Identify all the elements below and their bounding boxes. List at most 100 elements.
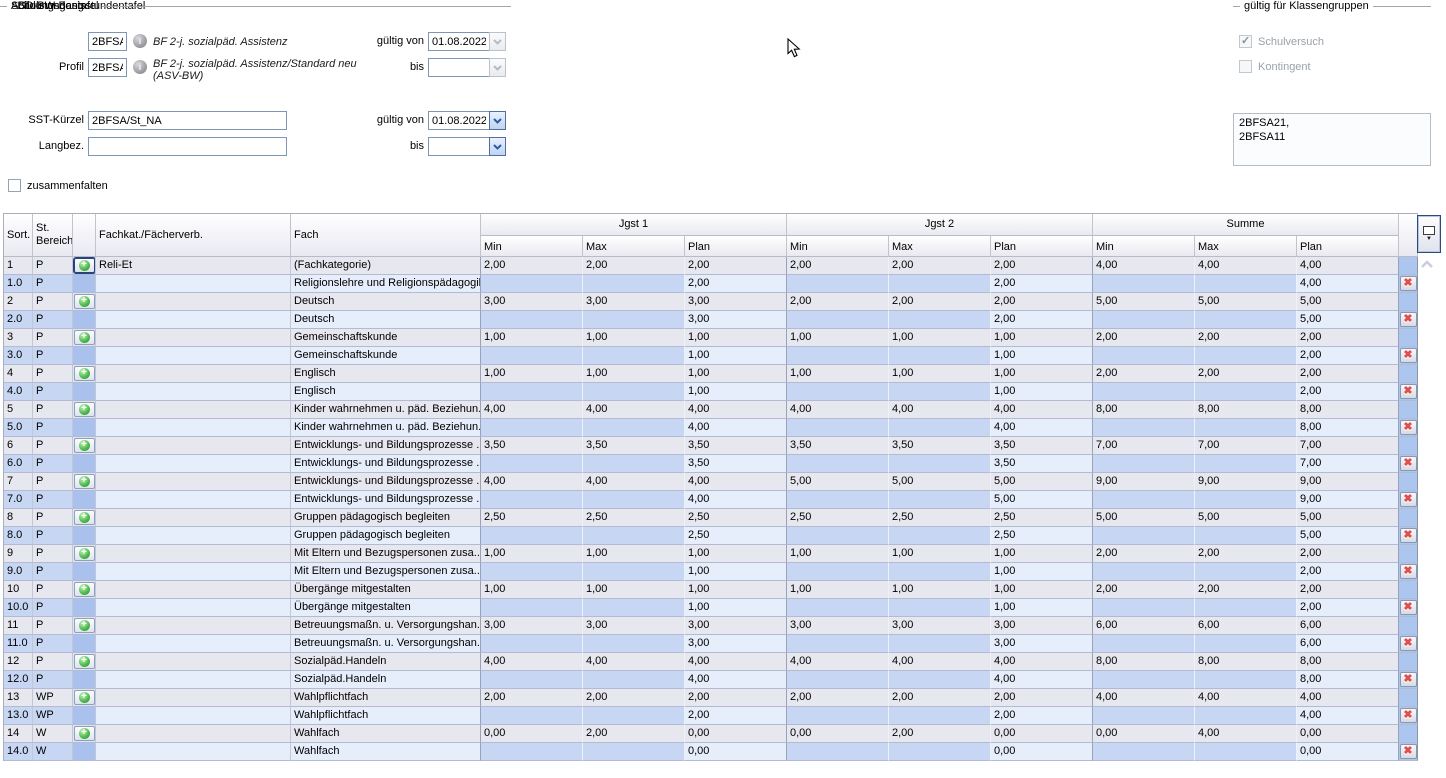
cell-delete[interactable]: ✖ <box>1399 743 1418 761</box>
cell-plan-jgst1[interactable]: 3,00 <box>685 635 787 653</box>
cell-max-summe[interactable]: 7,00 <box>1195 437 1297 455</box>
cell-delete[interactable]: ✖ <box>1399 383 1418 401</box>
cell-add[interactable]: + <box>73 437 96 455</box>
cell-min-jgst1[interactable]: 3,50 <box>481 437 583 455</box>
sst-gueltig-von-field[interactable] <box>428 111 490 130</box>
cell-plan-jgst2[interactable]: 4,00 <box>991 419 1093 437</box>
cell-plan-jgst2[interactable]: 3,00 <box>991 635 1093 653</box>
cell-fach[interactable]: Sozialpäd.Handeln <box>291 653 481 671</box>
cell-delete[interactable]: ✖ <box>1399 311 1418 329</box>
cell-max-jgst1[interactable]: 4,00 <box>583 401 685 419</box>
cell-add[interactable]: + <box>73 725 96 743</box>
cell-min-jgst2[interactable]: 4,00 <box>787 401 889 419</box>
cell-fachkat[interactable] <box>96 365 291 383</box>
cell-fach[interactable]: (Fachkategorie) <box>291 257 481 275</box>
cell-min-summe[interactable]: 2,00 <box>1093 365 1195 383</box>
cell-min-jgst2[interactable]: 2,00 <box>787 293 889 311</box>
cell-plan-jgst1[interactable]: 3,50 <box>685 455 787 473</box>
cell-add[interactable]: + <box>73 365 96 383</box>
cell-max-jgst1[interactable]: 2,00 <box>583 689 685 707</box>
cell-min-jgst1[interactable]: 2,00 <box>481 257 583 275</box>
add-row-button[interactable]: + <box>74 690 95 705</box>
cell-plan-summe[interactable]: 2,00 <box>1297 581 1399 599</box>
cell-plan-summe[interactable]: 2,00 <box>1297 563 1399 581</box>
cell-min-jgst1[interactable]: 0,00 <box>481 725 583 743</box>
langbez-field[interactable] <box>88 137 287 156</box>
cell-fachkat[interactable] <box>96 617 291 635</box>
cell-plan-summe[interactable]: 4,00 <box>1297 689 1399 707</box>
cell-plan-jgst1[interactable]: 4,00 <box>685 419 787 437</box>
cell-plan-summe[interactable]: 2,00 <box>1297 347 1399 365</box>
cell-min-summe[interactable]: 7,00 <box>1093 437 1195 455</box>
delete-row-button[interactable]: ✖ <box>1400 528 1417 543</box>
cell-add[interactable]: + <box>73 473 96 491</box>
cell-min-jgst2[interactable]: 4,00 <box>787 653 889 671</box>
cell-plan-jgst1[interactable]: 0,00 <box>685 743 787 761</box>
cell-plan-jgst1[interactable]: 1,00 <box>685 365 787 383</box>
cell-plan-jgst1[interactable]: 1,00 <box>685 581 787 599</box>
cell-plan-jgst2[interactable]: 1,00 <box>991 563 1093 581</box>
cell-max-summe[interactable]: 2,00 <box>1195 581 1297 599</box>
cell-fachkat[interactable]: Reli-Et <box>96 257 291 275</box>
cell-fachkat[interactable] <box>96 545 291 563</box>
add-row-button[interactable]: + <box>74 402 95 417</box>
cell-min-jgst2[interactable]: 0,00 <box>787 725 889 743</box>
delete-row-button[interactable]: ✖ <box>1400 384 1417 399</box>
cell-max-jgst2[interactable]: 1,00 <box>889 365 991 383</box>
cell-min-jgst1[interactable]: 3,00 <box>481 293 583 311</box>
delete-row-button[interactable]: ✖ <box>1400 456 1417 471</box>
cell-fachkat[interactable] <box>96 473 291 491</box>
cell-plan-summe[interactable]: 4,00 <box>1297 257 1399 275</box>
cell-plan-jgst1[interactable]: 1,00 <box>685 545 787 563</box>
cell-plan-summe[interactable]: 9,00 <box>1297 491 1399 509</box>
cell-add[interactable]: + <box>73 257 96 275</box>
cell-fach[interactable]: Englisch <box>291 365 481 383</box>
cell-plan-summe[interactable]: 5,00 <box>1297 527 1399 545</box>
profil-field[interactable] <box>88 58 127 77</box>
cell-fach[interactable]: Kinder wahrnehmen u. päd. Beziehun... <box>291 401 481 419</box>
cell-min-jgst2[interactable]: 1,00 <box>787 365 889 383</box>
cell-plan-jgst2[interactable]: 4,00 <box>991 653 1093 671</box>
cell-max-summe[interactable]: 2,00 <box>1195 545 1297 563</box>
cell-plan-jgst2[interactable]: 2,00 <box>991 293 1093 311</box>
cell-fachkat[interactable] <box>96 689 291 707</box>
cell-max-jgst1[interactable]: 4,00 <box>583 653 685 671</box>
delete-row-button[interactable]: ✖ <box>1400 744 1417 759</box>
cell-fach[interactable]: Wahlfach <box>291 725 481 743</box>
cell-plan-summe[interactable]: 6,00 <box>1297 617 1399 635</box>
cell-max-jgst2[interactable]: 4,00 <box>889 401 991 419</box>
delete-row-button[interactable]: ✖ <box>1400 276 1417 291</box>
cell-min-jgst1[interactable]: 1,00 <box>481 365 583 383</box>
cell-add[interactable]: + <box>73 653 96 671</box>
cell-plan-summe[interactable]: 4,00 <box>1297 707 1399 725</box>
cell-min-jgst1[interactable]: 1,00 <box>481 545 583 563</box>
cell-min-jgst2[interactable]: 1,00 <box>787 581 889 599</box>
add-row-button[interactable]: + <box>74 438 95 453</box>
cell-max-jgst2[interactable]: 2,00 <box>889 293 991 311</box>
cell-add[interactable]: + <box>73 329 96 347</box>
cell-plan-summe[interactable]: 7,00 <box>1297 437 1399 455</box>
cell-fachkat[interactable] <box>96 725 291 743</box>
cell-plan-summe[interactable]: 5,00 <box>1297 509 1399 527</box>
cell-plan-summe[interactable]: 2,00 <box>1297 383 1399 401</box>
cell-plan-jgst2[interactable]: 5,00 <box>991 473 1093 491</box>
cell-min-summe[interactable]: 5,00 <box>1093 509 1195 527</box>
cell-plan-jgst1[interactable]: 3,00 <box>685 617 787 635</box>
cell-max-jgst1[interactable]: 3,00 <box>583 617 685 635</box>
cell-plan-jgst1[interactable]: 3,00 <box>685 293 787 311</box>
delete-row-button[interactable]: ✖ <box>1400 600 1417 615</box>
cell-fachkat[interactable] <box>96 437 291 455</box>
cell-plan-jgst1[interactable]: 2,50 <box>685 527 787 545</box>
cell-max-summe[interactable]: 5,00 <box>1195 293 1297 311</box>
cell-min-jgst1[interactable]: 3,00 <box>481 617 583 635</box>
cell-min-summe[interactable]: 4,00 <box>1093 689 1195 707</box>
cell-fachkat[interactable] <box>96 653 291 671</box>
cell-max-jgst2[interactable]: 1,00 <box>889 329 991 347</box>
cell-max-jgst1[interactable]: 3,50 <box>583 437 685 455</box>
cell-plan-jgst1[interactable]: 2,00 <box>685 689 787 707</box>
cell-fachkat[interactable] <box>96 509 291 527</box>
cell-delete[interactable]: ✖ <box>1399 275 1418 293</box>
add-row-button[interactable]: + <box>74 258 95 273</box>
cell-delete[interactable]: ✖ <box>1399 455 1418 473</box>
chevron-down-icon[interactable] <box>489 137 506 156</box>
